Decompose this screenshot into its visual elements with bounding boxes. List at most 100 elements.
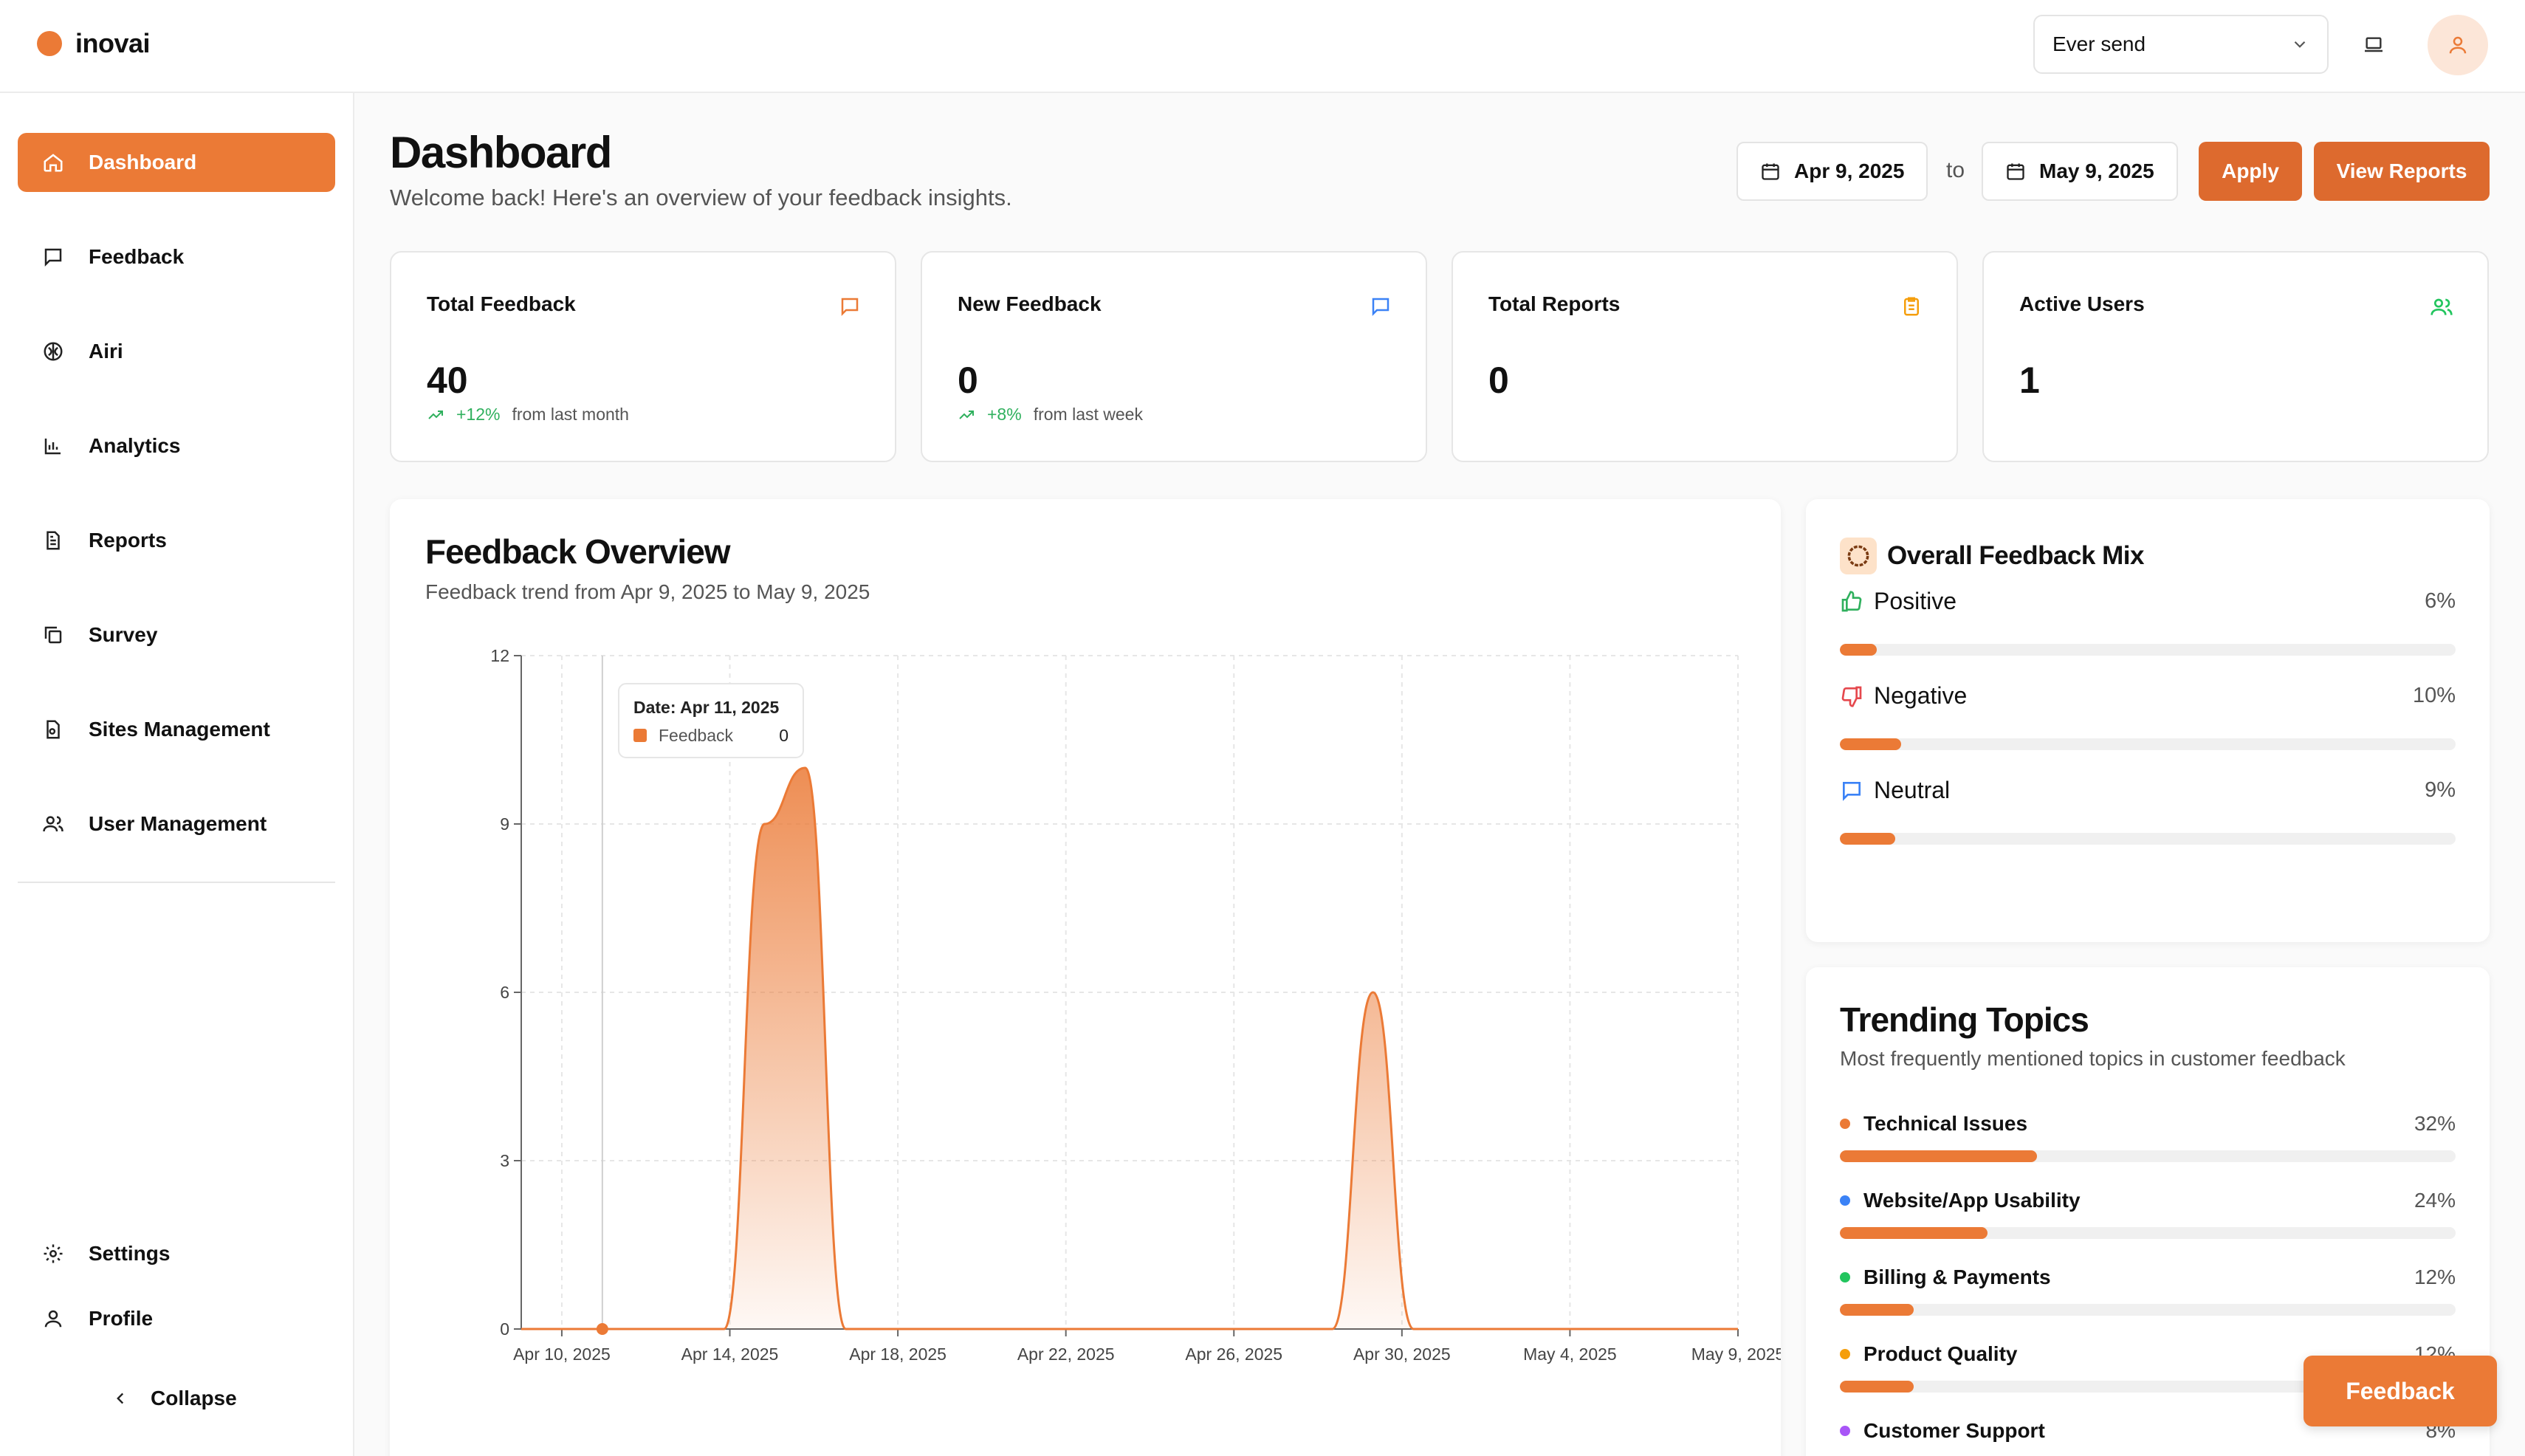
topic-row: Website/App Usability 24%	[1840, 1189, 2456, 1239]
users-icon	[40, 811, 66, 837]
feedback-fab-button[interactable]: Feedback	[2304, 1356, 2497, 1426]
collapse-button[interactable]: Collapse	[111, 1387, 237, 1410]
app-logo[interactable]: inovai	[37, 28, 151, 59]
mix-pct: 9%	[2425, 778, 2456, 802]
topic-row: Billing & Payments 12%	[1840, 1266, 2456, 1316]
file-settings-icon	[40, 716, 66, 743]
trending-subtitle: Most frequently mentioned topics in cust…	[1840, 1047, 2346, 1070]
sidebar-item-label: Airi	[89, 340, 123, 363]
feedback-mix-card: Overall Feedback Mix Positive 6% Negativ…	[1806, 499, 2490, 942]
date-to-picker[interactable]: May 9, 2025	[1982, 142, 2178, 201]
user-icon	[40, 1305, 66, 1332]
sidebar-item-user-management[interactable]: User Management	[18, 794, 335, 854]
sidebar-item-label: Feedback	[89, 245, 185, 268]
mix-label: Positive	[1874, 588, 1957, 614]
trending-title: Trending Topics	[1840, 1000, 2089, 1039]
stat-change-note: from last month	[512, 405, 629, 424]
chart-tooltip: Date: Apr 11, 2025 Feedback 0	[618, 683, 804, 758]
topic-label: Customer Support	[1863, 1419, 2045, 1442]
mix-bar-track	[1840, 833, 2456, 845]
view-reports-button[interactable]: View Reports	[2314, 142, 2490, 201]
sidebar-item-reports[interactable]: Reports	[18, 511, 335, 570]
sidebar-item-label: User Management	[89, 812, 267, 835]
gear-icon	[40, 1240, 66, 1267]
topic-bar-fill	[1840, 1381, 1914, 1393]
stat-card-new-feedback: New Feedback 0 +8% from last week	[921, 251, 1427, 462]
bar-chart-icon	[40, 433, 66, 459]
user-icon	[2449, 36, 2467, 54]
stat-value: 40	[427, 360, 468, 401]
sidebar-item-airi[interactable]: Airi	[18, 322, 335, 381]
sidebar-item-settings[interactable]: Settings	[18, 1224, 335, 1283]
apply-button[interactable]: Apply	[2199, 142, 2302, 201]
x-tick-label: Apr 10, 2025	[513, 1345, 611, 1364]
hover-point	[596, 1323, 608, 1335]
mix-row-positive: Positive 6%	[1840, 588, 2456, 656]
stat-card-total-reports: Total Reports 0	[1452, 251, 1958, 462]
app-name: inovai	[75, 28, 151, 58]
y-tick-label: 6	[500, 983, 509, 1002]
x-tick-label: Apr 18, 2025	[849, 1345, 947, 1364]
sidebar-item-profile[interactable]: Profile	[18, 1289, 335, 1348]
mix-row-negative: Negative 10%	[1840, 682, 2456, 750]
stat-value: 0	[1488, 360, 1509, 401]
users-icon	[2430, 295, 2453, 319]
sidebar-item-dashboard[interactable]: Dashboard	[18, 133, 335, 192]
sidebar-item-label: Analytics	[89, 434, 181, 457]
sidebar-item-survey[interactable]: Survey	[18, 605, 335, 665]
topic-pct: 24%	[2414, 1189, 2456, 1212]
date-from-value: Apr 9, 2025	[1794, 159, 1905, 182]
sidebar-item-sites-management[interactable]: Sites Management	[18, 700, 335, 759]
loader-icon	[1840, 538, 1877, 574]
page-title: Dashboard	[390, 128, 612, 177]
calendar-icon	[2005, 161, 2026, 182]
tooltip-series: Feedback	[659, 726, 734, 745]
topic-dot	[1840, 1349, 1850, 1359]
x-tick-label: Apr 22, 2025	[1017, 1345, 1115, 1364]
user-avatar[interactable]	[2428, 15, 2488, 75]
sidebar-item-label: Dashboard	[89, 151, 197, 174]
chevron-down-icon	[2294, 41, 2306, 48]
trending-up-icon	[959, 410, 974, 419]
topic-dot	[1840, 1195, 1850, 1206]
collapse-label: Collapse	[151, 1387, 237, 1409]
sidebar-item-feedback[interactable]: Feedback	[18, 227, 335, 286]
topic-row: Technical Issues 32%	[1840, 1112, 2456, 1162]
page-subtitle: Welcome back! Here's an overview of your…	[390, 185, 1012, 210]
x-tick-label: May 9, 2025	[1691, 1345, 1781, 1364]
home-icon	[40, 149, 66, 176]
workspace-select[interactable]: Ever send	[2033, 15, 2329, 74]
chevron-left-icon	[111, 1389, 130, 1408]
tooltip-swatch	[633, 729, 647, 742]
tooltip-value: 0	[779, 726, 789, 745]
laptop-icon[interactable]	[2355, 27, 2392, 63]
clipboard-icon	[1900, 295, 1923, 317]
tooltip-date: Date: Apr 11, 2025	[633, 698, 780, 717]
sidebar-item-label: Survey	[89, 623, 158, 646]
topic-label: Technical Issues	[1863, 1112, 2028, 1135]
mix-bar-track	[1840, 738, 2456, 750]
stat-card-active-users: Active Users 1	[1982, 251, 2489, 462]
topic-pct: 12%	[2414, 1266, 2456, 1288]
file-text-icon	[40, 527, 66, 554]
stat-value: 0	[958, 360, 978, 401]
stat-change-pct: +12%	[456, 405, 501, 424]
feedback-series-line	[521, 766, 1738, 1330]
stat-title: New Feedback	[958, 292, 1102, 315]
feedback-area-fill	[521, 768, 1738, 1329]
sidebar-item-analytics[interactable]: Analytics	[18, 416, 335, 475]
mix-bar-track	[1840, 644, 2456, 656]
mix-pct: 6%	[2425, 589, 2456, 613]
copy-icon	[40, 622, 66, 648]
feedback-area-chart[interactable]: 0 3 6 9 12 Apr 10, 2025 Apr 14, 2025 Apr 18, 20…	[390, 499, 1781, 1456]
y-tick-label: 3	[500, 1151, 509, 1170]
date-from-picker[interactable]: Apr 9, 2025	[1736, 142, 1928, 201]
mix-title: Overall Feedback Mix	[1887, 541, 2144, 570]
thumbs-up-icon	[1840, 590, 1863, 614]
mix-bar-fill	[1840, 833, 1896, 845]
stat-change-note: from last week	[1033, 405, 1143, 424]
topic-bar-fill	[1840, 1304, 1914, 1316]
sidebar-item-label: Sites Management	[89, 718, 270, 741]
x-tick-label: May 4, 2025	[1523, 1345, 1617, 1364]
x-tick-label: Apr 26, 2025	[1185, 1345, 1282, 1364]
